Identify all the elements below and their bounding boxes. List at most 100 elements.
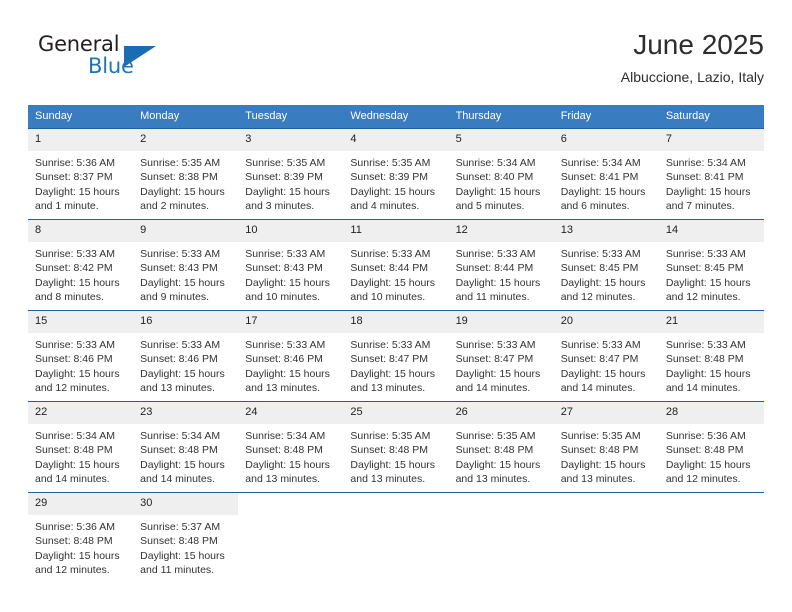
day-details: Sunrise: 5:33 AM Sunset: 8:47 PM Daylight:… <box>343 333 448 396</box>
day-cell-inner: 22 Sunrise: 5:34 AM Sunset: 8:48 PM Dayligh… <box>28 402 134 492</box>
day-cell-inner: 14 Sunrise: 5:33 AM Sunset: 8:45 PM Dayligh… <box>658 220 764 310</box>
sunset-time: Sunset: 8:39 PM <box>350 171 429 184</box>
calendar-day-cell[interactable]: 18 Sunrise: 5:33 AM Sunset: 8:47 PM Dayligh… <box>343 310 449 402</box>
title-block: June 2025 Albuccione, Lazio, Italy <box>621 28 764 86</box>
day-number <box>343 493 448 515</box>
calendar-day-cell[interactable]: 16 Sunrise: 5:33 AM Sunset: 8:46 PM Dayligh… <box>133 310 239 402</box>
day-number: 27 <box>553 402 659 424</box>
day-cell-inner: 23 Sunrise: 5:34 AM Sunset: 8:48 PM Dayligh… <box>133 402 239 492</box>
daylight-duration-line2: and 14 minutes. <box>140 473 215 486</box>
sunrise-time: Sunrise: 5:34 AM <box>665 157 746 169</box>
page-header: General Blue June 2025 Albuccione, Lazio… <box>28 28 764 98</box>
day-number: 13 <box>553 220 659 242</box>
calendar-day-cell[interactable]: 20 Sunrise: 5:33 AM Sunset: 8:47 PM Dayligh… <box>553 310 659 402</box>
sunrise-time: Sunrise: 5:33 AM <box>245 339 326 351</box>
day-details: Sunrise: 5:33 AM Sunset: 8:47 PM Daylight:… <box>449 333 554 396</box>
calendar-day-cell[interactable]: 30 Sunrise: 5:37 AM Sunset: 8:48 PM Dayligh… <box>133 492 239 579</box>
sunrise-time: Sunrise: 5:37 AM <box>140 521 221 533</box>
calendar-day-cell[interactable]: 22 Sunrise: 5:34 AM Sunset: 8:48 PM Dayligh… <box>28 401 134 493</box>
day-details: Sunrise: 5:33 AM Sunset: 8:45 PM Daylight:… <box>659 242 764 305</box>
sunset-time: Sunset: 8:48 PM <box>665 444 744 457</box>
day-cell-inner: 12 Sunrise: 5:33 AM Sunset: 8:44 PM Dayligh… <box>448 220 554 310</box>
daylight-duration-line1: Daylight: 15 hours <box>35 549 120 562</box>
sunset-time: Sunset: 8:48 PM <box>245 444 323 457</box>
calendar-day-cell[interactable]: 26 Sunrise: 5:35 AM Sunset: 8:48 PM Dayligh… <box>448 401 554 493</box>
day-details: Sunrise: 5:33 AM Sunset: 8:43 PM Daylight:… <box>133 242 238 305</box>
calendar-day-cell[interactable]: 4 Sunrise: 5:35 AM Sunset: 8:39 PM Daylight… <box>343 128 449 220</box>
daylight-duration-line2: and 14 minutes. <box>35 473 110 486</box>
calendar-day-cell[interactable]: 5 Sunrise: 5:34 AM Sunset: 8:40 PM Daylight… <box>448 128 554 220</box>
weekday-header-sunday: Sunday <box>28 105 134 129</box>
sunrise-time: Sunrise: 5:35 AM <box>560 430 641 442</box>
calendar-day-cell[interactable]: 15 Sunrise: 5:33 AM Sunset: 8:46 PM Dayligh… <box>28 310 134 402</box>
daylight-duration-line1: Daylight: 15 hours <box>140 367 225 380</box>
calendar-day-cell[interactable]: 28 Sunrise: 5:36 AM Sunset: 8:48 PM Dayligh… <box>658 401 764 493</box>
day-number: 5 <box>448 129 554 151</box>
calendar-day-cell[interactable]: 11 Sunrise: 5:33 AM Sunset: 8:44 PM Dayligh… <box>343 219 449 311</box>
daylight-duration-line1: Daylight: 15 hours <box>140 458 225 471</box>
sunrise-time: Sunrise: 5:36 AM <box>665 430 746 442</box>
daylight-duration-line2: and 9 minutes. <box>140 291 210 304</box>
calendar-day-cell[interactable]: 25 Sunrise: 5:35 AM Sunset: 8:48 PM Dayligh… <box>343 401 449 493</box>
calendar-day-cell <box>448 492 554 579</box>
calendar-day-cell[interactable]: 6 Sunrise: 5:34 AM Sunset: 8:41 PM Daylight… <box>553 128 659 220</box>
calendar-day-cell <box>343 492 449 579</box>
day-details: Sunrise: 5:35 AM Sunset: 8:48 PM Daylight:… <box>449 424 554 487</box>
sunrise-time: Sunrise: 5:33 AM <box>350 248 431 260</box>
calendar-day-cell[interactable]: 21 Sunrise: 5:33 AM Sunset: 8:48 PM Dayligh… <box>658 310 764 402</box>
calendar-day-cell[interactable]: 24 Sunrise: 5:34 AM Sunset: 8:48 PM Dayligh… <box>238 401 344 493</box>
sunset-time: Sunset: 8:37 PM <box>35 171 113 184</box>
day-cell-inner: 25 Sunrise: 5:35 AM Sunset: 8:48 PM Dayligh… <box>343 402 449 492</box>
sunset-time: Sunset: 8:48 PM <box>140 535 218 548</box>
day-number: 21 <box>658 311 764 333</box>
day-number: 22 <box>28 402 134 424</box>
calendar-day-cell <box>658 492 764 579</box>
calendar-day-cell[interactable]: 12 Sunrise: 5:33 AM Sunset: 8:44 PM Dayligh… <box>448 219 554 311</box>
day-number: 25 <box>343 402 449 424</box>
sunrise-time: Sunrise: 5:33 AM <box>140 248 221 260</box>
day-details: Sunrise: 5:34 AM Sunset: 8:48 PM Daylight:… <box>28 424 133 487</box>
day-details: Sunrise: 5:34 AM Sunset: 8:40 PM Daylight:… <box>449 151 554 214</box>
calendar-day-cell[interactable]: 19 Sunrise: 5:33 AM Sunset: 8:47 PM Dayligh… <box>448 310 554 402</box>
calendar-day-cell[interactable]: 8 Sunrise: 5:33 AM Sunset: 8:42 PM Daylight… <box>28 219 134 311</box>
day-cell-inner: 19 Sunrise: 5:33 AM Sunset: 8:47 PM Dayligh… <box>448 311 554 401</box>
day-details: Sunrise: 5:33 AM Sunset: 8:44 PM Daylight:… <box>343 242 448 305</box>
day-number: 15 <box>28 311 134 333</box>
calendar-day-cell[interactable]: 3 Sunrise: 5:35 AM Sunset: 8:39 PM Daylight… <box>238 128 344 220</box>
daylight-duration-line1: Daylight: 15 hours <box>350 458 436 471</box>
calendar-day-cell[interactable]: 29 Sunrise: 5:36 AM Sunset: 8:48 PM Dayligh… <box>28 492 134 579</box>
day-cell-inner: 15 Sunrise: 5:33 AM Sunset: 8:46 PM Dayligh… <box>28 311 134 401</box>
daylight-duration-line2: and 13 minutes. <box>245 382 320 395</box>
daylight-duration-line2: and 1 minute. <box>35 200 99 213</box>
daylight-duration-line2: and 11 minutes. <box>140 564 215 577</box>
daylight-duration-line2: and 10 minutes. <box>350 291 426 304</box>
daylight-duration-line2: and 13 minutes. <box>245 473 320 486</box>
daylight-duration-line2: and 13 minutes. <box>350 473 426 486</box>
sunrise-time: Sunrise: 5:35 AM <box>245 157 326 169</box>
general-blue-logo[interactable]: General Blue <box>28 32 208 88</box>
sunset-time: Sunset: 8:42 PM <box>35 262 113 275</box>
calendar-day-cell[interactable]: 1 Sunrise: 5:36 AM Sunset: 8:37 PM Daylight… <box>28 128 134 220</box>
calendar-day-cell[interactable]: 23 Sunrise: 5:34 AM Sunset: 8:48 PM Dayligh… <box>133 401 239 493</box>
calendar-day-cell[interactable]: 2 Sunrise: 5:35 AM Sunset: 8:38 PM Daylight… <box>133 128 239 220</box>
calendar-day-cell[interactable]: 13 Sunrise: 5:33 AM Sunset: 8:45 PM Dayligh… <box>553 219 659 311</box>
daylight-duration-line2: and 14 minutes. <box>560 382 636 395</box>
day-details: Sunrise: 5:33 AM Sunset: 8:42 PM Daylight:… <box>28 242 133 305</box>
sunrise-time: Sunrise: 5:33 AM <box>560 248 641 260</box>
calendar-day-cell[interactable]: 10 Sunrise: 5:33 AM Sunset: 8:43 PM Dayligh… <box>238 219 344 311</box>
calendar-day-cell[interactable]: 14 Sunrise: 5:33 AM Sunset: 8:45 PM Dayligh… <box>658 219 764 311</box>
sunset-time: Sunset: 8:40 PM <box>455 171 534 184</box>
calendar-day-cell[interactable]: 7 Sunrise: 5:34 AM Sunset: 8:41 PM Daylight… <box>658 128 764 220</box>
day-details: Sunrise: 5:33 AM Sunset: 8:46 PM Daylight:… <box>133 333 238 396</box>
day-cell-inner: 18 Sunrise: 5:33 AM Sunset: 8:47 PM Dayligh… <box>343 311 449 401</box>
daylight-duration-line1: Daylight: 15 hours <box>350 367 436 380</box>
calendar-day-cell[interactable]: 27 Sunrise: 5:35 AM Sunset: 8:48 PM Dayligh… <box>553 401 659 493</box>
calendar-day-cell[interactable]: 9 Sunrise: 5:33 AM Sunset: 8:43 PM Daylight… <box>133 219 239 311</box>
day-cell-inner: 2 Sunrise: 5:35 AM Sunset: 8:38 PM Daylight… <box>133 129 239 219</box>
daylight-duration-line2: and 13 minutes. <box>560 473 636 486</box>
sunrise-time: Sunrise: 5:33 AM <box>665 339 746 351</box>
sunset-time: Sunset: 8:45 PM <box>560 262 639 275</box>
sunset-time: Sunset: 8:43 PM <box>140 262 218 275</box>
calendar-day-cell[interactable]: 17 Sunrise: 5:33 AM Sunset: 8:46 PM Dayligh… <box>238 310 344 402</box>
day-details: Sunrise: 5:33 AM Sunset: 8:44 PM Daylight:… <box>449 242 554 305</box>
